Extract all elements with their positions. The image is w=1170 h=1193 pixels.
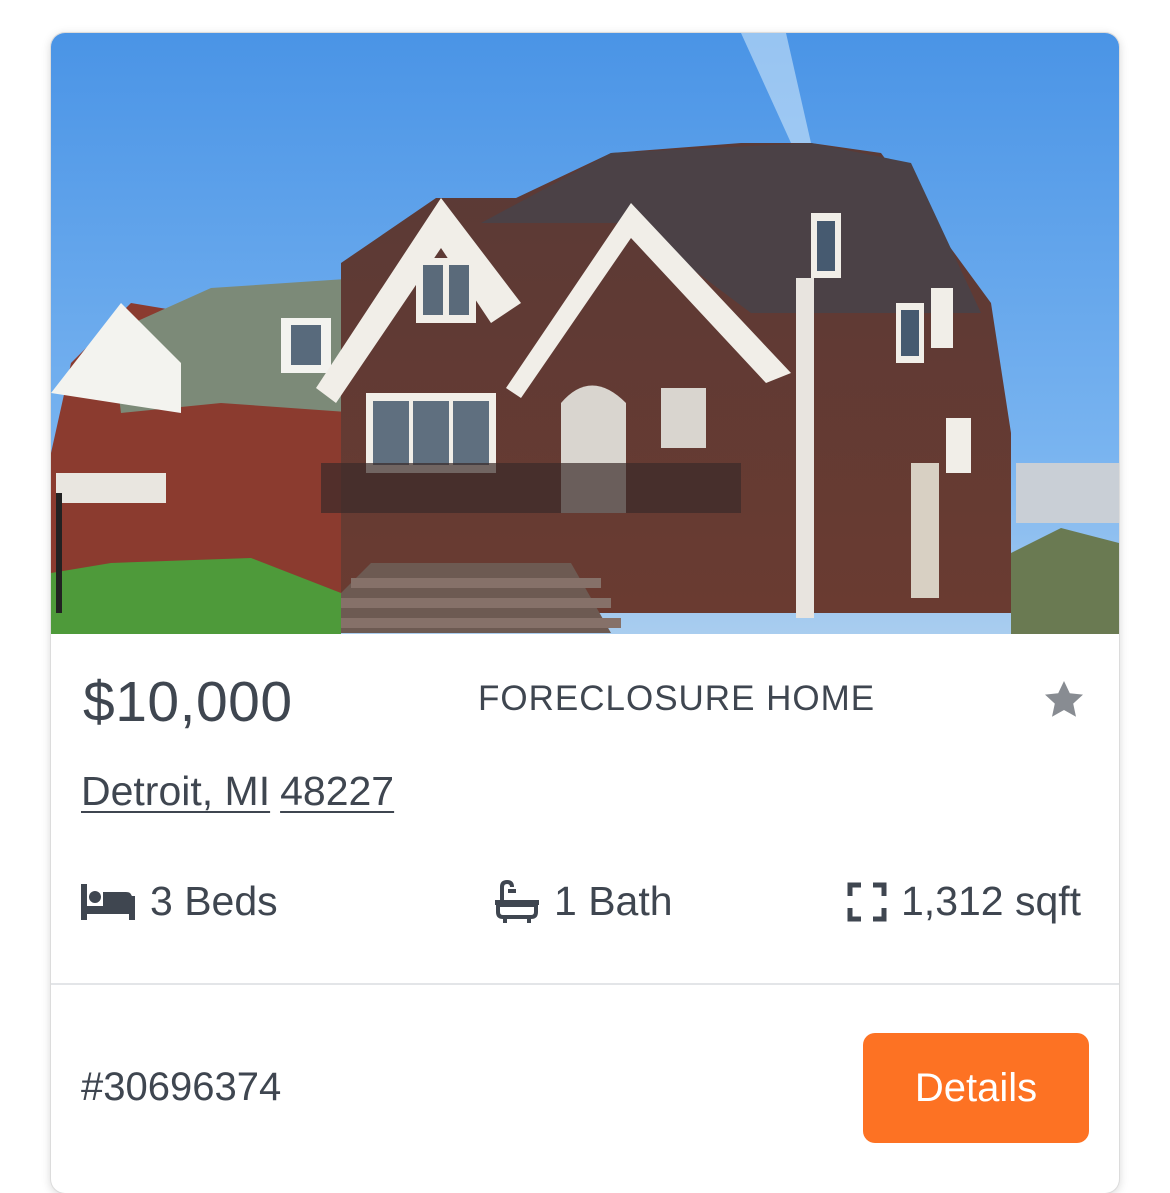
area-feature: 1,312 sqft	[847, 878, 1081, 925]
beds-feature: 3 Beds	[80, 878, 278, 925]
details-button[interactable]: Details	[863, 1033, 1089, 1143]
bathtub-icon	[495, 879, 539, 923]
beds-count: 3 Beds	[150, 878, 278, 924]
area-size: 1,312 sqft	[901, 878, 1082, 924]
city-state-link[interactable]: Detroit, MI	[81, 768, 270, 814]
baths-count: 1 Bath	[554, 878, 673, 924]
divider	[51, 983, 1119, 985]
property-type: FORECLOSURE HOME	[478, 679, 876, 718]
bed-icon	[81, 883, 135, 920]
property-photo[interactable]	[51, 33, 1119, 634]
price: $10,000	[83, 670, 293, 734]
listing-id: #30696374	[81, 1065, 282, 1109]
listing-card: $10,000 FORECLOSURE HOME Detroit, MI 4822…	[51, 33, 1119, 1193]
expand-icon	[847, 882, 887, 921]
zip-link[interactable]: 48227	[280, 768, 394, 814]
star-icon[interactable]	[1040, 676, 1088, 724]
location: Detroit, MI 48227	[81, 768, 394, 815]
baths-feature: 1 Bath	[494, 878, 673, 925]
